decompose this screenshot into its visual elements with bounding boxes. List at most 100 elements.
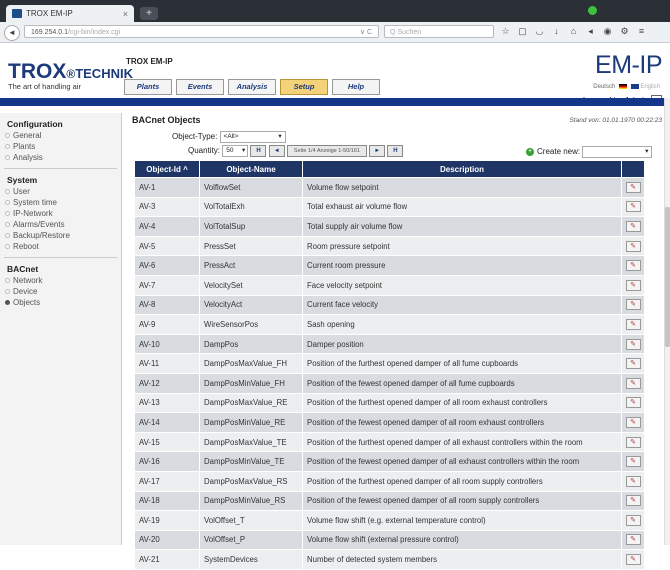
page-info: Seite 1/4 Anzeige 1-50/161: [286, 145, 367, 157]
download-icon[interactable]: ↓: [551, 25, 562, 37]
edit-icon[interactable]: ✎: [625, 475, 641, 487]
cell-object-name: PressSet: [199, 235, 303, 257]
sidebar-item-network[interactable]: Network: [0, 275, 121, 286]
edit-icon[interactable]: ✎: [625, 358, 641, 370]
table-row[interactable]: AV-18 DampPosMinValue_RS Position of the f…: [134, 490, 645, 512]
cell-edit: ✎: [621, 235, 645, 257]
object-type-select[interactable]: <All> ▾: [219, 131, 286, 143]
sidebar-item-alarms-events[interactable]: Alarms/Events: [0, 219, 121, 230]
edit-icon[interactable]: ✎: [625, 456, 641, 468]
edit-icon[interactable]: ✎: [625, 299, 641, 311]
sidebar-item-analysis[interactable]: Analysis: [0, 152, 121, 163]
page-scrollbar[interactable]: [664, 98, 670, 545]
first-page-button[interactable]: H: [250, 145, 267, 157]
table-header: Object-Id ^ Object-Name Description: [134, 160, 645, 178]
edit-icon[interactable]: ✎: [625, 338, 641, 350]
tab-help[interactable]: Help: [332, 79, 380, 95]
scrollbar-thumb[interactable]: [665, 207, 670, 347]
edit-icon[interactable]: ✎: [625, 554, 641, 566]
share-icon[interactable]: ◂: [585, 25, 596, 37]
cell-edit: ✎: [621, 451, 645, 472]
table-row[interactable]: AV-1 VolflowSet Volume flow setpoint ✎: [134, 177, 645, 198]
table-row[interactable]: AV-14 DampPosMinValue_RE Position of the f…: [134, 412, 645, 433]
edit-icon[interactable]: ✎: [625, 495, 641, 507]
edit-icon[interactable]: ✎: [625, 201, 641, 213]
tab-events[interactable]: Events: [176, 79, 224, 95]
tab-plants[interactable]: Plants: [124, 79, 172, 95]
sidebar-item-device[interactable]: Device: [0, 286, 121, 297]
reload-icon[interactable]: ∨ C: [360, 26, 372, 39]
next-page-button[interactable]: ►: [369, 145, 386, 157]
edit-icon[interactable]: ✎: [625, 514, 641, 526]
edit-icon[interactable]: ✎: [625, 436, 641, 448]
lang-en-link[interactable]: English: [640, 84, 660, 90]
tab-setup[interactable]: Setup: [280, 79, 328, 95]
table-row[interactable]: AV-12 DampPosMinValue_FH Position of the f…: [134, 372, 645, 394]
last-page-button[interactable]: H: [387, 145, 404, 157]
edit-icon[interactable]: ✎: [625, 534, 641, 546]
sidebar-item-general[interactable]: General: [0, 130, 121, 141]
edit-icon[interactable]: ✎: [625, 416, 641, 428]
browser-search-input[interactable]: Q Suchen: [384, 25, 494, 38]
edit-icon[interactable]: ✎: [625, 220, 641, 232]
tab-analysis[interactable]: Analysis: [228, 79, 276, 95]
quantity-select[interactable]: 50 ▾: [222, 145, 249, 157]
table-row[interactable]: AV-5 PressSet Room pressure setpoint ✎: [134, 235, 645, 257]
clipboard-icon[interactable]: ▢: [517, 25, 528, 37]
table-row[interactable]: AV-20 VolOffset_P Volume flow shift (exter…: [134, 529, 645, 551]
new-tab-button[interactable]: +: [140, 7, 158, 20]
table-row[interactable]: AV-16 DampPosMinValue_TE Position of the f…: [134, 451, 645, 472]
table-row[interactable]: AV-3 VolTotalExh Total exhaust air volume …: [134, 196, 645, 218]
edit-icon[interactable]: ✎: [625, 260, 641, 272]
star-icon[interactable]: ☆: [500, 25, 511, 37]
table-row[interactable]: AV-11 DampPosMaxValue_FH Position of the f…: [134, 353, 645, 374]
edit-icon[interactable]: ✎: [625, 279, 641, 291]
sidebar-item-backup-restore[interactable]: Backup/Restore: [0, 230, 121, 241]
back-arrow-icon[interactable]: ◄: [4, 25, 20, 41]
edit-icon[interactable]: ✎: [625, 318, 641, 330]
table-row[interactable]: AV-10 DampPos Damper position ✎: [134, 333, 645, 355]
edit-icon[interactable]: ✎: [625, 181, 641, 193]
sidebar-item-objects[interactable]: Objects: [0, 297, 121, 308]
table-row[interactable]: AV-15 DampPosMaxValue_TE Position of the f…: [134, 431, 645, 453]
sidebar-item-plants[interactable]: Plants: [0, 141, 121, 152]
home-icon[interactable]: ⌂: [568, 25, 579, 37]
table-row[interactable]: AV-7 VelocitySet Face velocity setpoint ✎: [134, 274, 645, 296]
settings-icon[interactable]: ⚙: [619, 25, 630, 37]
prev-page-button[interactable]: ◄: [268, 145, 285, 157]
table-row[interactable]: AV-4 VolTotalSup Total supply air volume f…: [134, 216, 645, 237]
close-tab-icon[interactable]: ×: [123, 9, 128, 19]
pocket-icon[interactable]: ◡: [534, 25, 545, 37]
cell-object-id: AV-3: [134, 196, 200, 218]
table-row[interactable]: AV-8 VelocityAct Current face velocity ✎: [134, 294, 645, 316]
edit-icon[interactable]: ✎: [625, 240, 641, 252]
sidebar-item-reboot[interactable]: Reboot: [0, 241, 121, 252]
de-flag-icon[interactable]: [618, 84, 627, 89]
status-dot-icon: [588, 6, 597, 15]
extension-icon[interactable]: ◉: [602, 25, 613, 37]
uk-flag-icon[interactable]: [630, 84, 639, 89]
table-row[interactable]: AV-21 SystemDevices Number of detected sys…: [134, 549, 645, 570]
cell-object-name: DampPos: [199, 333, 303, 355]
create-new-select[interactable]: ▾: [582, 146, 653, 158]
url-bar[interactable]: 169.254.0.1/cgi-bin/index.cgi ∨ C: [24, 25, 379, 38]
table-row[interactable]: AV-6 PressAct Current room pressure ✎: [134, 255, 645, 276]
menu-icon[interactable]: ≡: [636, 25, 647, 37]
column-object-id[interactable]: Object-Id ^: [134, 160, 200, 178]
cell-object-name: VelocityAct: [199, 294, 303, 316]
sidebar-item-ip-network[interactable]: IP-Network: [0, 208, 121, 219]
table-row[interactable]: AV-17 DampPosMaxValue_RS Position of the f…: [134, 470, 645, 492]
sidebar-item-system-time[interactable]: System time: [0, 197, 121, 208]
browser-tab[interactable]: TROX EM-IP ×: [6, 5, 134, 22]
table-row[interactable]: AV-19 VolOffset_T Volume flow shift (e.g. …: [134, 510, 645, 531]
trox-logo[interactable]: TROX®TECHNIK The art of handling air: [8, 60, 133, 91]
table-row[interactable]: AV-13 DampPosMaxValue_RE Position of the f…: [134, 392, 645, 414]
table-body: AV-1 VolflowSet Volume flow setpoint ✎ AV-3 V…: [134, 177, 645, 570]
edit-icon[interactable]: ✎: [625, 397, 641, 409]
edit-icon[interactable]: ✎: [625, 377, 641, 389]
create-new-control: + Create new: ▾: [526, 146, 653, 158]
sidebar-item-user[interactable]: User: [0, 186, 121, 197]
table-row[interactable]: AV-9 WireSensorPos Sash opening ✎: [134, 314, 645, 335]
cell-description: Current room pressure: [302, 255, 622, 276]
lang-de-link[interactable]: Deutsch: [593, 84, 615, 90]
